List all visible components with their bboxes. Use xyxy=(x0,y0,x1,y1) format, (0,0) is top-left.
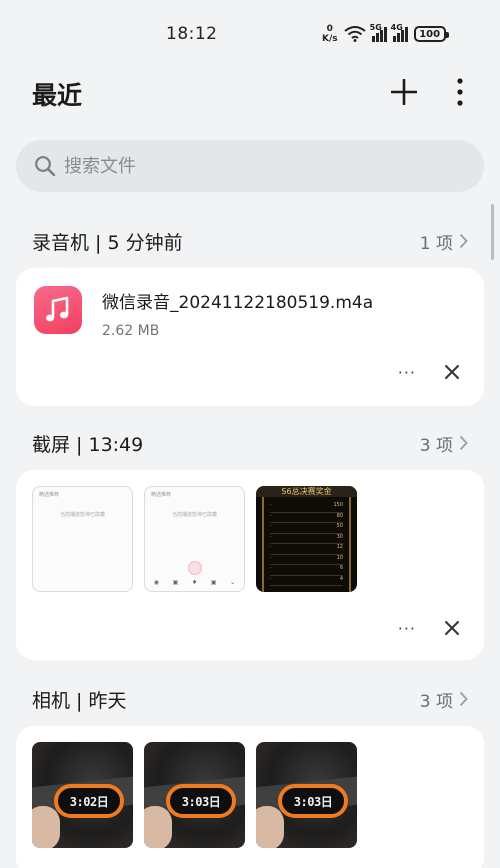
section-header-recorder[interactable]: 录音机 | 5 分钟前 1 项 xyxy=(32,226,468,256)
screenshot-thumbnail[interactable]: 精选推荐 当前播放暂停已隐藏 xyxy=(32,486,133,592)
more-options-button[interactable] xyxy=(446,74,474,110)
section-title: 截屏 | 13:49 xyxy=(32,433,144,456)
status-icons: 0 K/s 5G 4G 100 xyxy=(322,22,449,46)
photo-thumbnail[interactable]: 3:03日 xyxy=(256,742,357,848)
screenshot-thumbnail[interactable]: 精选推荐 当前播放暂停已隐藏 ◉ ▣ ♦ ▣ ⌄ xyxy=(144,486,245,592)
recorder-card: 微信录音_20241122180519.m4a 2.62 MB ··· xyxy=(16,268,484,406)
search-icon xyxy=(35,156,56,177)
camera-card: 3:02日 3:03日 3:03日 xyxy=(16,726,484,868)
item-count[interactable]: 1 项 xyxy=(420,229,468,254)
status-bar: 18:12 0 K/s 5G 4G 100 xyxy=(0,0,500,62)
microphone-icon xyxy=(188,561,202,575)
photo-thumbnail[interactable]: 3:02日 xyxy=(32,742,133,848)
search-input[interactable] xyxy=(64,155,444,177)
toolbar-icons: ◉ ▣ ♦ ▣ ⌄ xyxy=(153,578,236,586)
section-header-screenshots[interactable]: 截屏 | 13:49 3 项 xyxy=(32,428,468,458)
signal-4g-icon: 4G xyxy=(391,23,408,42)
item-count[interactable]: 3 项 xyxy=(420,431,468,456)
file-size: 2.62 MB xyxy=(102,323,160,339)
more-actions-button[interactable]: ··· xyxy=(398,363,416,382)
screenshot-thumbnail[interactable]: S6总决赛奖金 · 150 · 80 · 50 · 30 · 12 · 10 · 6 · 4 xyxy=(256,486,357,592)
chevron-right-icon xyxy=(459,233,468,249)
dismiss-button[interactable] xyxy=(442,362,462,382)
item-count[interactable]: 3 项 xyxy=(420,687,468,712)
dismiss-button[interactable] xyxy=(442,618,462,638)
section-header-camera[interactable]: 相机 | 昨天 3 项 xyxy=(32,684,468,714)
chevron-right-icon xyxy=(459,435,468,451)
page-title: 最近 xyxy=(32,81,83,110)
more-vertical-icon xyxy=(457,78,463,106)
signal-5g-icon: 5G xyxy=(370,23,387,42)
add-button[interactable] xyxy=(386,74,422,110)
file-item[interactable]: 微信录音_20241122180519.m4a 2.62 MB xyxy=(34,286,373,339)
search-bar[interactable] xyxy=(16,140,484,192)
file-name: 微信录音_20241122180519.m4a xyxy=(102,293,374,313)
battery-icon: 100 xyxy=(413,26,449,42)
section-title: 录音机 | 5 分钟前 xyxy=(32,231,183,254)
network-speed: 0 K/s xyxy=(322,24,338,44)
status-time: 18:12 xyxy=(166,24,218,44)
music-note-icon xyxy=(34,286,82,334)
section-title: 相机 | 昨天 xyxy=(32,689,127,712)
close-icon xyxy=(445,621,459,635)
wifi-icon xyxy=(344,26,366,42)
scroll-indicator[interactable] xyxy=(491,204,494,260)
screenshots-card: 精选推荐 当前播放暂停已隐藏 精选推荐 当前播放暂停已隐藏 ◉ ▣ ♦ ▣ ⌄ S6总决… xyxy=(16,470,484,660)
more-actions-button[interactable]: ··· xyxy=(398,619,416,638)
photo-thumbnail[interactable]: 3:03日 xyxy=(144,742,245,848)
plus-icon xyxy=(391,79,417,105)
close-icon xyxy=(445,365,459,379)
chevron-right-icon xyxy=(459,691,468,707)
